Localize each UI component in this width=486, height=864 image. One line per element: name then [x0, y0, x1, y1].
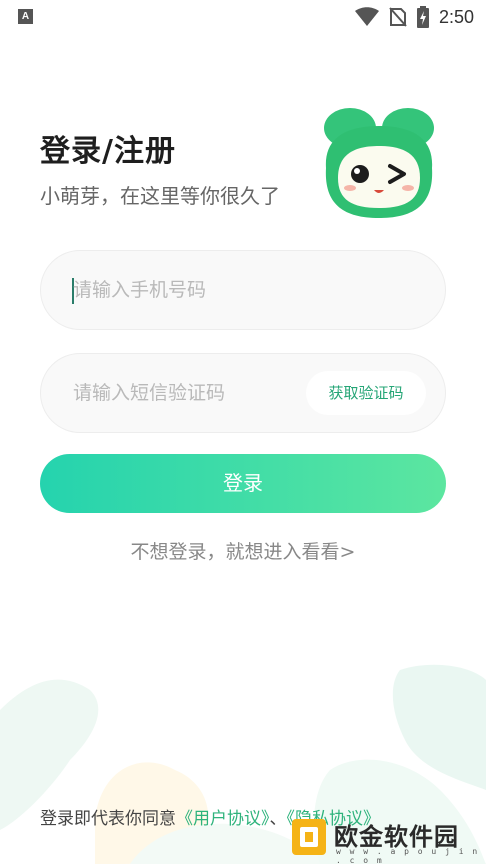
status-bar: A 2:50: [0, 0, 486, 34]
status-icons: 2:50: [354, 5, 474, 29]
agreement-prefix: 登录即代表你同意: [40, 809, 176, 829]
page-subtitle: 小萌芽，在这里等你很久了: [40, 184, 280, 208]
sms-code-field[interactable]: 获取验证码: [40, 353, 446, 433]
login-button[interactable]: 登录: [40, 454, 446, 513]
phone-field[interactable]: [40, 250, 446, 330]
watermark-logo-icon: [292, 819, 326, 855]
sms-code-input[interactable]: [73, 354, 323, 432]
no-sim-icon: [389, 7, 407, 27]
watermark: 欧金软件园 w w w . a p o u j i n . c o m: [290, 815, 480, 864]
phone-input[interactable]: [73, 251, 403, 329]
watermark-url: w w w . a p o u j i n . c o m: [336, 847, 480, 864]
wifi-icon: [354, 7, 379, 26]
agreement-separator: 、: [269, 809, 287, 829]
get-code-button[interactable]: 获取验证码: [306, 371, 426, 415]
guest-entry-link[interactable]: 不想登录，就想进入看看>: [0, 537, 486, 564]
user-agreement-link[interactable]: 《用户协议》: [176, 809, 270, 829]
clock: 2:50: [438, 6, 474, 27]
page-title: 登录/注册: [40, 134, 176, 169]
battery-charging-icon: [416, 6, 429, 28]
sprout-mascot-icon: [324, 108, 434, 218]
notification-app-icon: A: [18, 9, 33, 24]
login-page: A 2:50 登录/注册 小萌芽，在这里等你很久了 请输入手机号码 请输入短信验…: [0, 0, 486, 864]
